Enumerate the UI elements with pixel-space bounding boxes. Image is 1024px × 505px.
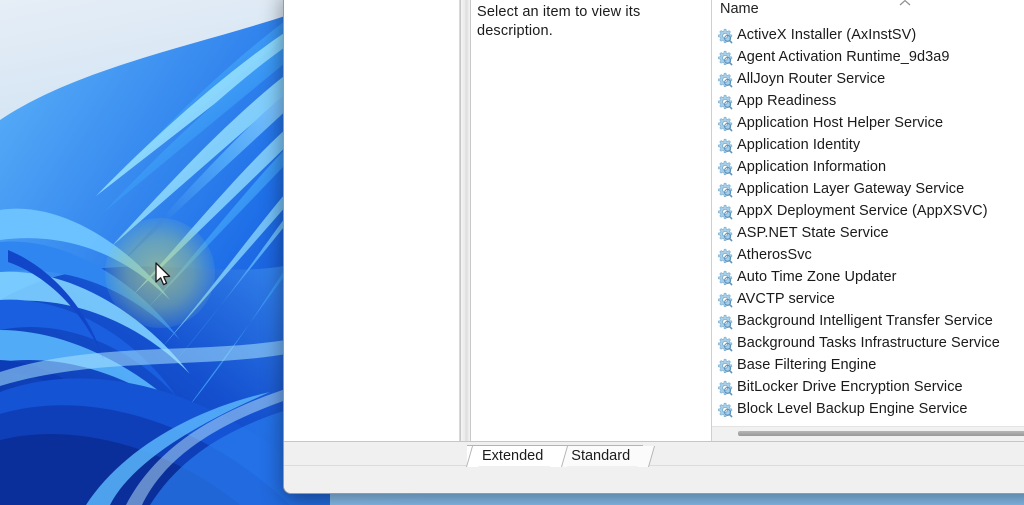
service-gear-icon: [718, 248, 733, 264]
table-row[interactable]: App Readiness: [712, 90, 1024, 112]
service-name-label: Background Tasks Infrastructure Service: [737, 335, 1000, 351]
view-tabs: Extended Standard: [467, 442, 644, 466]
table-row[interactable]: Application Information: [712, 156, 1024, 178]
service-gear-icon: [718, 358, 733, 374]
service-name-label: Background Intelligent Transfer Service: [737, 313, 993, 329]
description-pane: Select an item to view its description.: [471, 0, 712, 441]
description-text: Select an item to view its description.: [477, 4, 641, 39]
service-name-label: BitLocker Drive Encryption Service: [737, 379, 963, 395]
table-row[interactable]: AtherosSvc: [712, 244, 1024, 266]
table-row[interactable]: AVCTP service: [712, 288, 1024, 310]
view-tab-strip: Extended Standard: [284, 441, 1024, 466]
horizontal-scrollbar-thumb[interactable]: [738, 431, 1024, 436]
service-name-label: Application Host Helper Service: [737, 115, 944, 131]
tab-label: Extended: [482, 448, 544, 464]
chevron-up-icon: [899, 0, 911, 6]
service-name-label: AppX Deployment Service (AppXSVC): [737, 203, 988, 219]
service-gear-icon: [718, 94, 733, 110]
service-name-label: AVCTP service: [737, 291, 835, 307]
service-name-label: AllJoyn Router Service: [737, 71, 886, 87]
services-list-pane[interactable]: Name ActiveX Installer (AxInstSV) Agent …: [712, 0, 1024, 441]
table-row[interactable]: BitLocker Drive Encryption Service: [712, 376, 1024, 398]
service-name-label: Agent Activation Runtime_9d3a9: [737, 49, 950, 65]
table-row[interactable]: ASP.NET State Service: [712, 222, 1024, 244]
service-name-label: Application Information: [737, 159, 887, 175]
service-gear-icon: [718, 292, 733, 308]
table-row[interactable]: Background Tasks Infrastructure Service: [712, 332, 1024, 354]
service-name-label: ASP.NET State Service: [737, 225, 889, 241]
services-window[interactable]: Select an item to view its description. …: [283, 0, 1024, 494]
table-row[interactable]: Block Level Backup Engine Service: [712, 398, 1024, 420]
column-header-name[interactable]: Name: [720, 1, 759, 17]
pane-splitter[interactable]: [460, 0, 471, 441]
service-gear-icon: [718, 226, 733, 242]
service-name-label: AtherosSvc: [737, 247, 812, 263]
service-gear-icon: [718, 182, 733, 198]
service-gear-icon: [718, 72, 733, 88]
service-gear-icon: [718, 116, 733, 132]
service-gear-icon: [718, 402, 733, 418]
service-gear-icon: [718, 160, 733, 176]
table-row[interactable]: Agent Activation Runtime_9d3a9: [712, 46, 1024, 68]
service-name-label: Auto Time Zone Updater: [737, 269, 897, 285]
list-column-header[interactable]: Name: [712, 0, 1024, 24]
table-row[interactable]: AllJoyn Router Service: [712, 68, 1024, 90]
service-name-label: Application Identity: [737, 137, 861, 153]
window-body: Select an item to view its description. …: [284, 0, 1024, 451]
service-gear-icon: [718, 50, 733, 66]
table-row[interactable]: Application Layer Gateway Service: [712, 178, 1024, 200]
tab-label: Standard: [571, 448, 631, 464]
service-name-label: Base Filtering Engine: [737, 357, 877, 373]
service-name-label: App Readiness: [737, 93, 837, 109]
service-name-label: Block Level Backup Engine Service: [737, 401, 968, 417]
tab-standard[interactable]: Standard: [556, 445, 644, 466]
service-gear-icon: [718, 28, 733, 44]
console-tree-pane[interactable]: [284, 0, 460, 441]
service-gear-icon: [718, 138, 733, 154]
table-row[interactable]: Base Filtering Engine: [712, 354, 1024, 376]
table-row[interactable]: Auto Time Zone Updater: [712, 266, 1024, 288]
tab-extended[interactable]: Extended: [467, 445, 557, 466]
content-split: Select an item to view its description. …: [471, 0, 1024, 441]
services-list-rows[interactable]: ActiveX Installer (AxInstSV) Agent Activ…: [712, 24, 1024, 426]
service-name-label: Application Layer Gateway Service: [737, 181, 965, 197]
service-gear-icon: [718, 336, 733, 352]
screen: Select an item to view its description. …: [0, 0, 1024, 505]
service-gear-icon: [718, 204, 733, 220]
table-row[interactable]: ActiveX Installer (AxInstSV): [712, 24, 1024, 46]
service-gear-icon: [718, 380, 733, 396]
content-pane: Select an item to view its description. …: [471, 0, 1024, 441]
horizontal-scrollbar[interactable]: [712, 426, 1024, 441]
table-row[interactable]: AppX Deployment Service (AppXSVC): [712, 200, 1024, 222]
table-row[interactable]: Application Host Helper Service: [712, 112, 1024, 134]
table-row[interactable]: Application Identity: [712, 134, 1024, 156]
status-bar: [284, 465, 1024, 493]
service-name-label: ActiveX Installer (AxInstSV): [737, 27, 917, 43]
table-row[interactable]: Background Intelligent Transfer Service: [712, 310, 1024, 332]
service-gear-icon: [718, 314, 733, 330]
service-gear-icon: [718, 270, 733, 286]
